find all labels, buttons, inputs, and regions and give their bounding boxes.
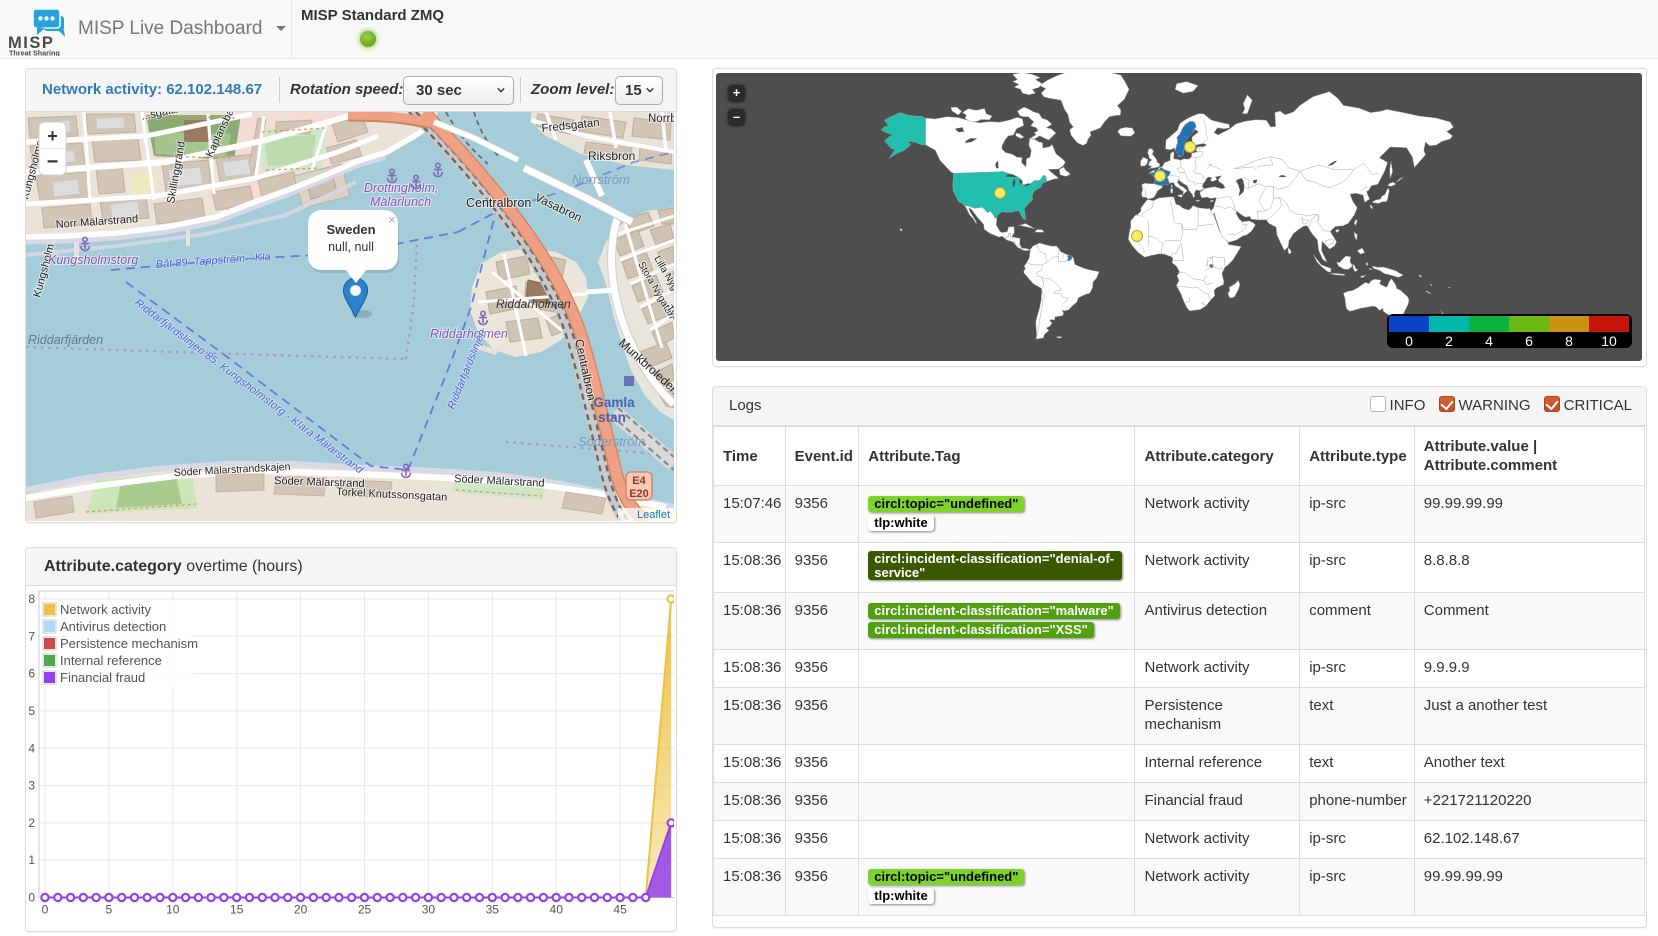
svg-text:25: 25 (358, 903, 372, 917)
svg-text:Persistence mechanism: Persistence mechanism (60, 636, 198, 651)
svg-text:Norrström: Norrström (572, 172, 630, 187)
svg-text:1: 1 (28, 853, 35, 867)
svg-text:Riddarfjärden: Riddarfjärden (28, 333, 103, 347)
svg-text:Mälarlunch: Mälarlunch (370, 195, 431, 209)
svg-text:Riksbron: Riksbron (588, 149, 635, 163)
svg-text:6: 6 (28, 667, 35, 681)
svg-text:E20: E20 (629, 488, 649, 500)
svg-text:8: 8 (28, 592, 35, 606)
svg-text:stan: stan (598, 410, 626, 425)
svg-text:15: 15 (230, 903, 244, 917)
svg-text:Kungsholmstorg: Kungsholmstorg (48, 253, 138, 267)
svg-text:null, null: null, null (328, 240, 374, 254)
svg-text:Söderström: Söderström (578, 434, 645, 449)
svg-text:Sweden: Sweden (326, 222, 375, 237)
svg-text:0: 0 (28, 891, 35, 905)
svg-text:Internal reference: Internal reference (60, 653, 162, 668)
svg-text:45: 45 (613, 903, 627, 917)
svg-text:×: × (388, 212, 396, 227)
svg-text:7: 7 (28, 629, 35, 643)
svg-text:−: − (47, 151, 59, 173)
svg-text:Riddarholmen: Riddarholmen (430, 327, 508, 341)
svg-text:Gamla: Gamla (593, 395, 635, 410)
svg-text:0: 0 (42, 903, 49, 917)
svg-text:5: 5 (106, 903, 113, 917)
svg-text:35: 35 (486, 903, 500, 917)
svg-text:Leaflet: Leaflet (637, 509, 670, 521)
svg-text:Network activity: Network activity (60, 602, 152, 617)
svg-text:40: 40 (550, 903, 564, 917)
svg-text:Financial fraud: Financial fraud (60, 670, 145, 685)
svg-text:Riddarholmen: Riddarholmen (496, 297, 571, 311)
svg-text:4: 4 (28, 741, 35, 755)
svg-text:E4: E4 (632, 475, 646, 487)
svg-text:Norrbr: Norrbr (648, 113, 674, 125)
svg-text:Antivirus detection: Antivirus detection (60, 619, 166, 634)
svg-text:2: 2 (28, 816, 35, 830)
svg-text:Centralbron: Centralbron (466, 196, 531, 210)
svg-text:30: 30 (422, 903, 436, 917)
svg-text:10: 10 (166, 903, 180, 917)
svg-text:20: 20 (294, 903, 308, 917)
svg-text:Threat Sharing: Threat Sharing (9, 49, 60, 57)
svg-text:+: + (47, 126, 58, 146)
svg-text:5: 5 (28, 704, 35, 718)
svg-text:Drottingholm,: Drottingholm, (364, 181, 438, 195)
svg-text:3: 3 (28, 779, 35, 793)
